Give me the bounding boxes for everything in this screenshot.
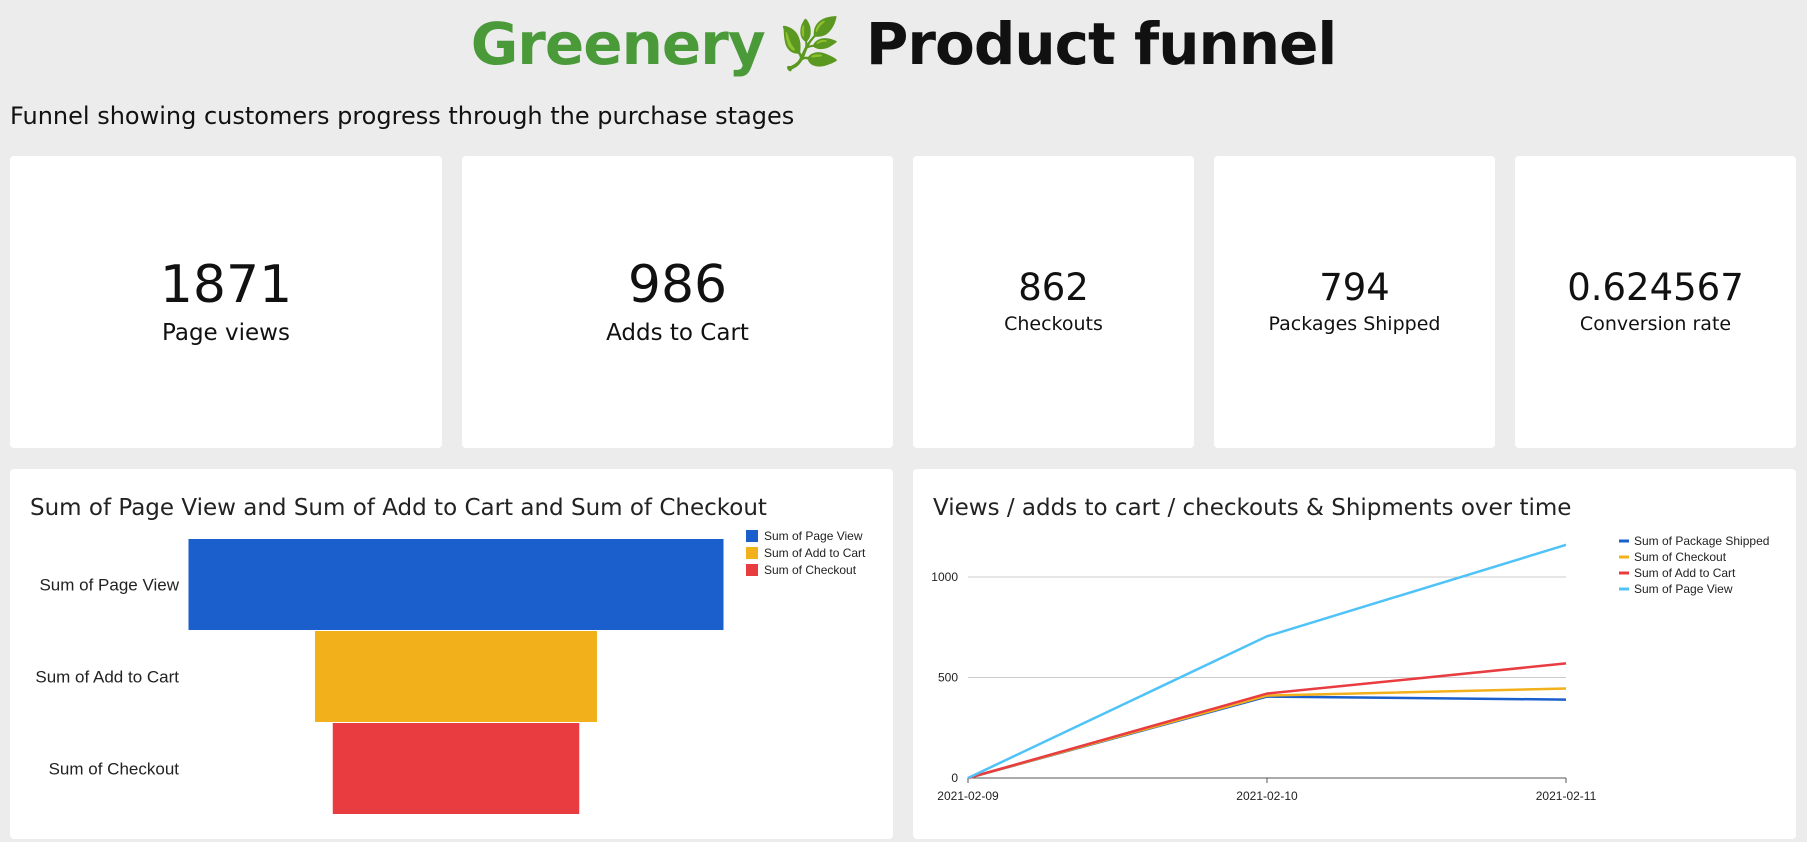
legend-label: Sum of Checkout [764, 563, 857, 577]
brand-name: Greenery [470, 10, 766, 78]
page-subtitle: Funnel showing customers progress throug… [10, 102, 795, 130]
series-line [967, 662, 1567, 780]
legend-swatch [746, 547, 758, 559]
legend-swatch [746, 564, 758, 576]
funnel-category-label: Sum of Page View [39, 576, 179, 595]
legend-label: Sum of Checkout [1634, 550, 1727, 564]
funnel-bar [188, 539, 724, 630]
legend-label: Sum of Add to Cart [764, 546, 866, 560]
kpi-card-checkouts: 862 Checkouts [913, 156, 1194, 448]
y-tick-label: 500 [938, 671, 958, 685]
legend-label: Sum of Page View [764, 529, 863, 543]
funnel-category-label: Sum of Checkout [49, 760, 180, 779]
kpi-value: 986 [627, 254, 728, 315]
kpi-card-page-views: 1871 Page views [10, 156, 442, 448]
funnel-chart-card: Sum of Page View and Sum of Add to Cart … [10, 469, 893, 839]
kpi-value: 0.624567 [1567, 265, 1744, 309]
series-line [967, 687, 1567, 780]
funnel-category-label: Sum of Add to Cart [35, 668, 179, 687]
funnel-chart: Sum of Page View Sum of Add to Cart Sum of… [35, 529, 866, 814]
x-tick-label: 2021-02-11 [1536, 789, 1597, 803]
kpi-label: Adds to Cart [606, 320, 749, 347]
legend-label: Sum of Package Shipped [1634, 534, 1769, 548]
x-tick-label: 2021-02-10 [1236, 789, 1298, 803]
legend-label: Sum of Page View [1634, 582, 1733, 596]
x-tick-label: 2021-02-09 [937, 789, 999, 803]
y-tick-label: 1000 [931, 570, 958, 584]
legend-label: Sum of Add to Cart [1634, 566, 1736, 580]
series-line [967, 695, 1567, 780]
y-tick-label: 0 [951, 771, 958, 785]
kpi-label: Conversion rate [1579, 313, 1732, 336]
kpi-label: Checkouts [1004, 313, 1103, 336]
line-chart: 0 500 1000 2021-02-09 2021-02-10 2021-02-11 Su… [931, 534, 1769, 803]
kpi-value: 1871 [159, 254, 293, 315]
funnel-bar [315, 631, 597, 722]
kpi-label: Page views [162, 320, 290, 347]
series-line [967, 543, 1567, 780]
dashboard-header: Greenery 🌿 Product funnel [0, 4, 1807, 84]
kpi-value: 794 [1319, 265, 1390, 309]
legend-swatch [746, 530, 758, 542]
funnel-bar [332, 723, 580, 814]
page-title: Product funnel [865, 10, 1337, 78]
kpi-card-conversion-rate: 0.624567 Conversion rate [1515, 156, 1796, 448]
line-chart-card: Views / adds to cart / checkouts & Shipm… [913, 469, 1796, 839]
kpi-label: Packages Shipped [1268, 313, 1441, 336]
kpi-value: 862 [1018, 265, 1089, 309]
leaf-icon: 🌿 [778, 14, 841, 73]
kpi-card-adds-to-cart: 986 Adds to Cart [462, 156, 893, 448]
kpi-card-packages-shipped: 794 Packages Shipped [1214, 156, 1495, 448]
